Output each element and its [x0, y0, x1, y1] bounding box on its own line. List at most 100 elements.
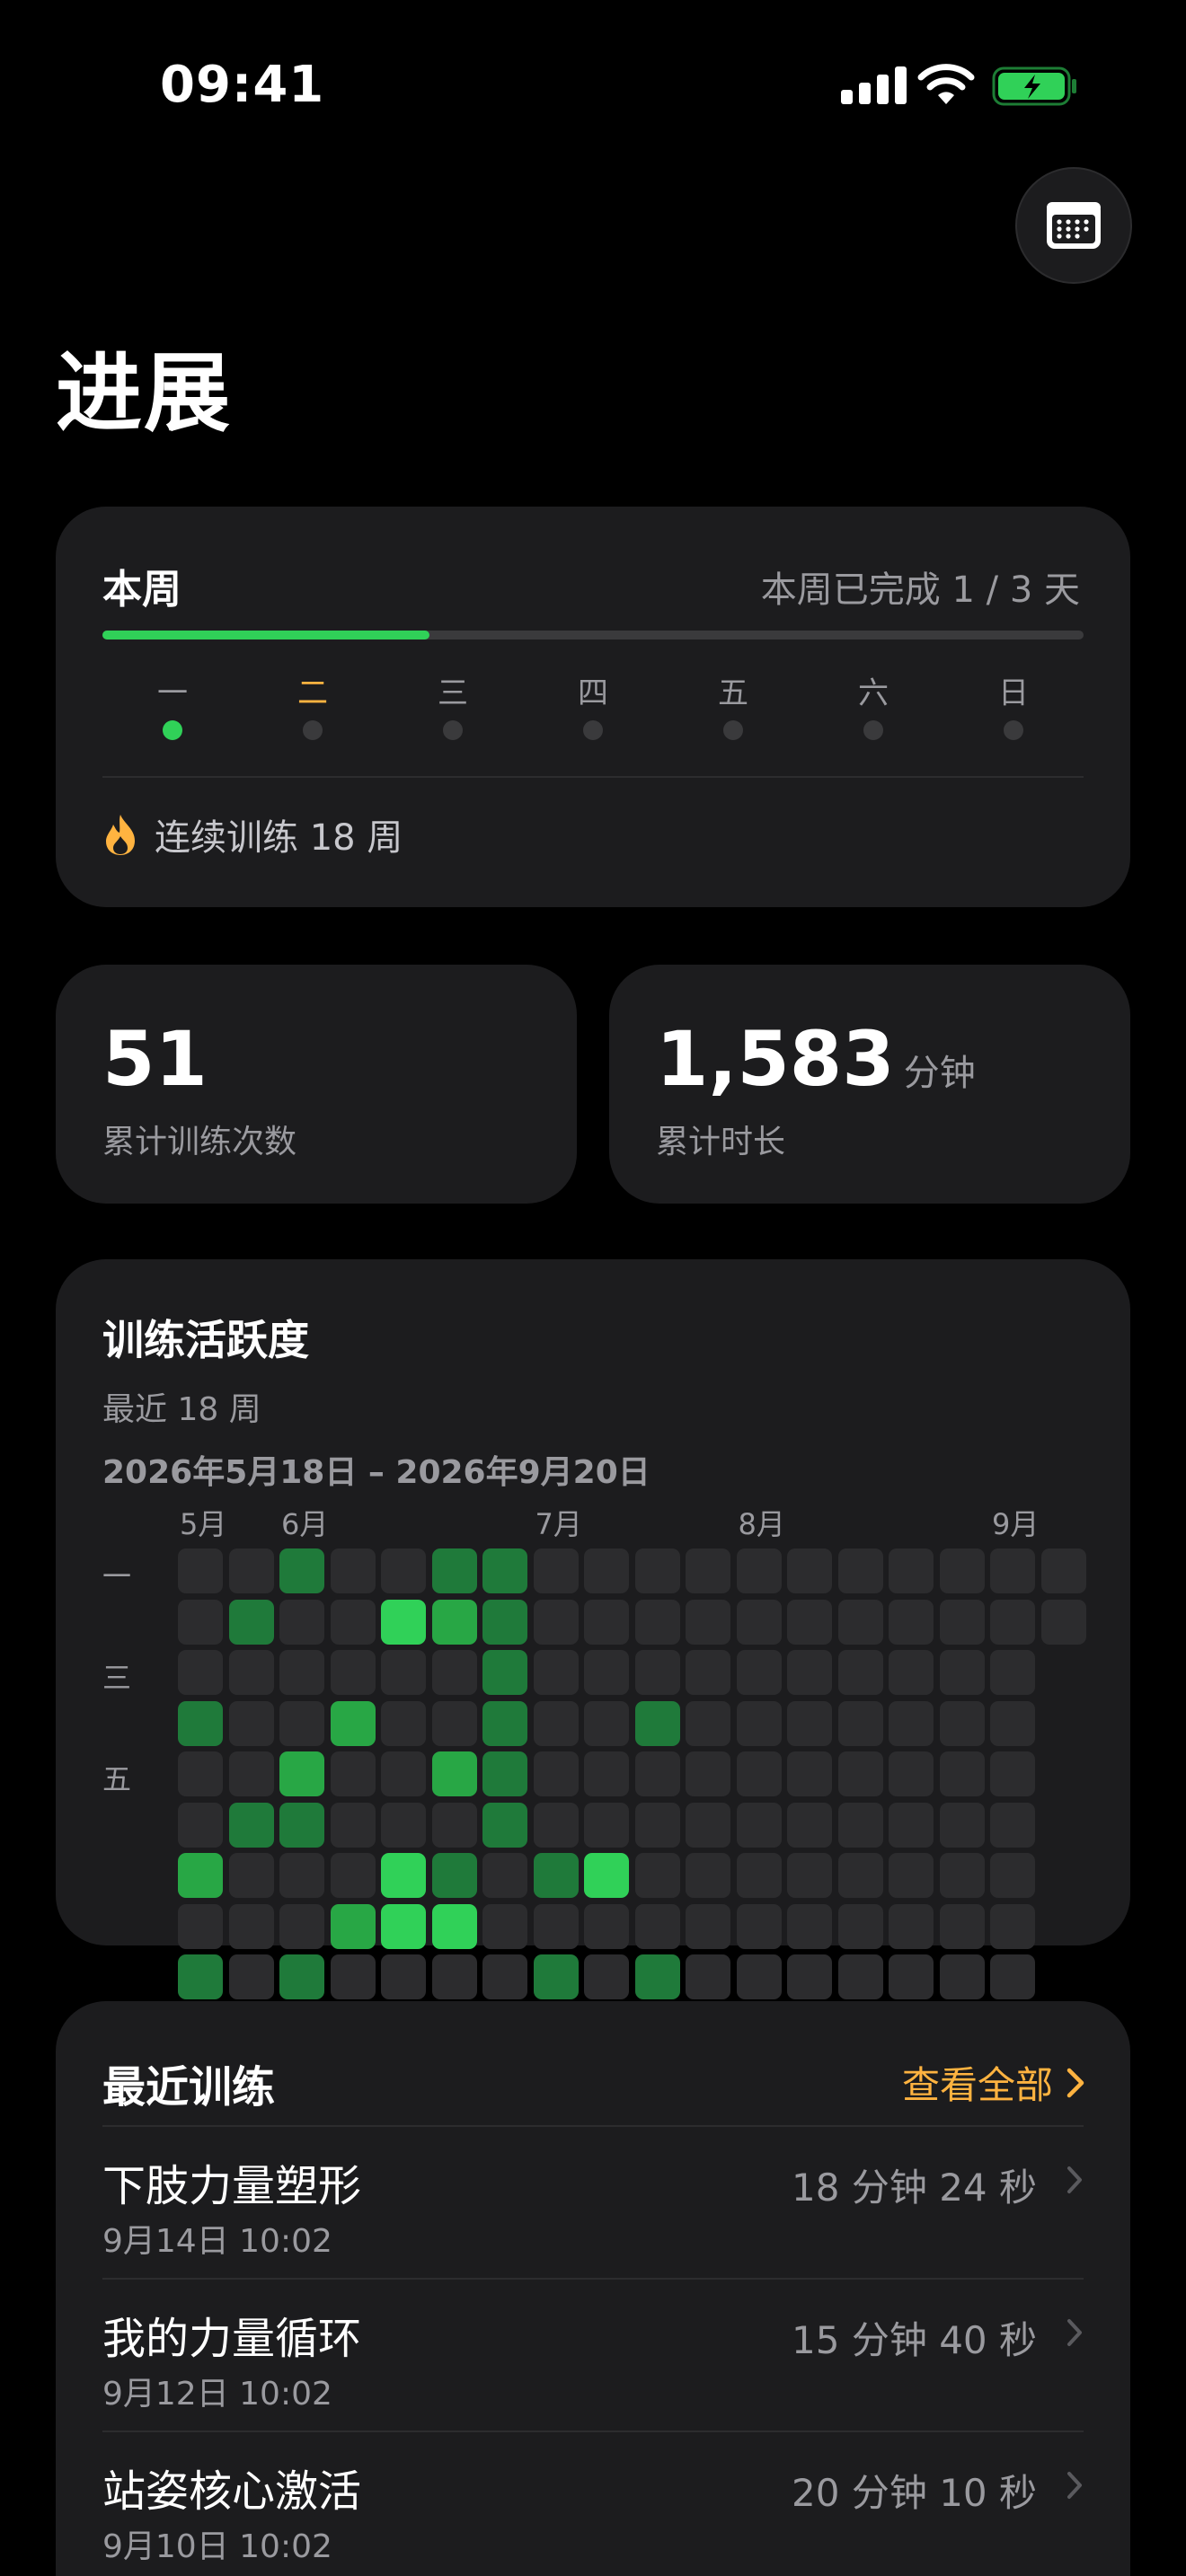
workout-date: 9月10日 10:02 [102, 2528, 332, 2565]
heatmap-cell [736, 1903, 782, 1949]
total-sessions-card: 51 累计训练次数 [56, 965, 577, 1204]
heatmap-month-label: 5月 [180, 1507, 227, 1541]
divider [102, 2278, 1084, 2280]
calendar-button[interactable] [1015, 167, 1132, 284]
heatmap-cell [889, 1700, 934, 1746]
heatmap-weekday-label: 五 [102, 1762, 132, 1796]
total-duration-value: 1,583 [656, 1015, 895, 1103]
workout-name: 我的力量循环 [102, 2314, 362, 2364]
weekday-done-dot [163, 720, 182, 740]
heatmap-cell [431, 1751, 477, 1796]
heatmap-cell [381, 1650, 426, 1695]
chevron-right-icon [1067, 2068, 1084, 2097]
heatmap-cell [279, 1548, 324, 1593]
heatmap-cell [279, 1853, 324, 1898]
heatmap-cell [178, 1599, 223, 1645]
weekday-pending-dot [863, 720, 883, 740]
heatmap-cell [533, 1650, 579, 1695]
heatmap-cell [1040, 1548, 1086, 1593]
heatmap-cell [686, 1751, 730, 1796]
heatmap-cell [990, 1599, 1035, 1645]
heatmap-cell [584, 1802, 629, 1848]
calendar-grid-icon [1047, 202, 1101, 249]
heatmap-cell [634, 1853, 680, 1898]
weekday-label: 二 [297, 675, 328, 711]
heatmap-cell [482, 1751, 527, 1796]
heatmap-cell [533, 1903, 579, 1949]
heatmap-cell [686, 1700, 730, 1746]
heatmap-cell [330, 1954, 376, 1999]
heatmap-cell [837, 1853, 883, 1898]
page-title: 进展 [56, 343, 232, 444]
heatmap-cell [381, 1751, 426, 1796]
heatmap-cell [837, 1650, 883, 1695]
weekday-5: 五 [697, 668, 769, 740]
heatmap-cell [736, 1548, 782, 1593]
heatmap-cell [279, 1700, 324, 1746]
heatmap-cell [686, 1802, 730, 1848]
weekday-3: 三 [417, 668, 489, 740]
heatmap-cell [533, 1802, 579, 1848]
workout-date: 9月14日 10:02 [102, 2223, 332, 2260]
heatmap-cell [939, 1548, 985, 1593]
heatmap-cell [228, 1802, 274, 1848]
workout-row[interactable]: 下肢力量塑形 9月14日 10:02 18 分钟 24 秒 [102, 2125, 1084, 2276]
heatmap-cell [787, 1853, 832, 1898]
total-sessions-value: 51 [102, 1015, 208, 1103]
heatmap-month-label: 7月 [535, 1507, 582, 1541]
weekday-pending-dot [583, 720, 603, 740]
workout-row[interactable]: 我的力量循环 9月12日 10:02 15 分钟 40 秒 [102, 2278, 1084, 2429]
heatmap-cell [990, 1751, 1035, 1796]
heatmap-cell [990, 1954, 1035, 1999]
weekday-1: 一 [137, 668, 208, 740]
heatmap-cell [330, 1599, 376, 1645]
heatmap-cell [584, 1599, 629, 1645]
heatmap-cell [330, 1853, 376, 1898]
heatmap-cell [939, 1650, 985, 1695]
streak-text: 连续训练 18 周 [155, 817, 403, 859]
heatmap-cell [837, 1599, 883, 1645]
total-duration-label: 累计时长 [656, 1124, 786, 1160]
total-sessions-label: 累计训练次数 [102, 1124, 297, 1160]
heatmap-cell [686, 1650, 730, 1695]
heatmap-cell [482, 1954, 527, 1999]
heatmap-cell [787, 1751, 832, 1796]
heatmap-cell [584, 1650, 629, 1695]
weekday-label: 四 [578, 675, 608, 711]
heatmap-cell [990, 1700, 1035, 1746]
heatmap-cell [736, 1751, 782, 1796]
heatmap-cell [431, 1954, 477, 1999]
heatmap-cell [634, 1751, 680, 1796]
heatmap-cell [837, 1751, 883, 1796]
activity-heatmap: 5月 6月 7月 8月 9月一三五 [56, 1259, 1130, 2405]
heatmap-cell [178, 1853, 223, 1898]
heatmap-cell [634, 1650, 680, 1695]
heatmap-cell [736, 1650, 782, 1695]
heatmap-cell [330, 1903, 376, 1949]
heatmap-cell [634, 1903, 680, 1949]
heatmap-cell [228, 1751, 274, 1796]
heatmap-cell [431, 1903, 477, 1949]
heatmap-cell [686, 1599, 730, 1645]
heatmap-cell [889, 1853, 934, 1898]
week-progress-fill [102, 631, 429, 640]
workout-date: 9月12日 10:02 [102, 2376, 332, 2413]
heatmap-weekday-label: 三 [102, 1661, 132, 1695]
heatmap-cell [837, 1700, 883, 1746]
wifi-icon [917, 64, 975, 104]
heatmap-cell [228, 1903, 274, 1949]
weekday-pending-dot [1004, 720, 1023, 740]
heatmap-cell [431, 1599, 477, 1645]
heatmap-cell [837, 1954, 883, 1999]
heatmap-cell [939, 1903, 985, 1949]
heatmap-cell [482, 1548, 527, 1593]
heatmap-cell [584, 1700, 629, 1746]
weekday-pending-dot [443, 720, 463, 740]
heatmap-cell [584, 1903, 629, 1949]
heatmap-cell [939, 1599, 985, 1645]
heatmap-cell [939, 1802, 985, 1848]
view-all-link[interactable]: 查看全部 [902, 2055, 1085, 2110]
workout-row[interactable]: 站姿核心激活 9月10日 10:02 20 分钟 10 秒 [102, 2430, 1084, 2576]
heatmap-cell [990, 1853, 1035, 1898]
heatmap-cell [381, 1548, 426, 1593]
